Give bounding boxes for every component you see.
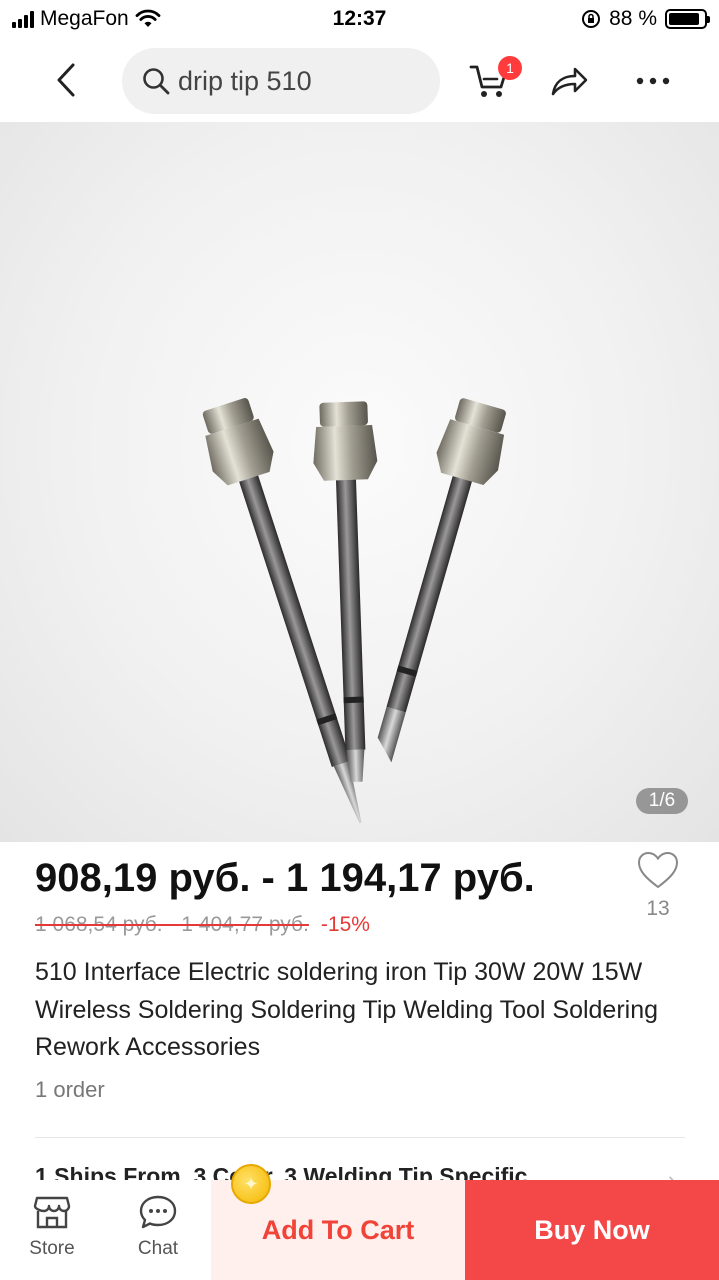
- search-icon: [143, 68, 170, 95]
- product-image[interactable]: [0, 122, 719, 842]
- more-dots-icon: [636, 77, 670, 85]
- wishlist-button[interactable]: 13: [630, 850, 686, 926]
- battery-icon: [665, 9, 710, 29]
- soldering-tips-photo: [202, 398, 506, 824]
- search-input[interactable]: drip tip 510: [122, 48, 440, 114]
- chat-icon: [139, 1195, 177, 1229]
- chat-label: Chat: [137, 1238, 179, 1259]
- battery-fill: [669, 13, 699, 25]
- back-button[interactable]: [44, 58, 88, 102]
- more-button[interactable]: [628, 56, 678, 106]
- chat-button[interactable]: Chat: [123, 1194, 193, 1260]
- orientation-lock-icon: [582, 10, 601, 28]
- store-button[interactable]: Store: [17, 1194, 87, 1260]
- store-label: Store: [29, 1238, 75, 1259]
- status-bar: MegaFon 12:37 88 %: [0, 0, 719, 40]
- product-title: 510 Interface Electric soldering iron Ti…: [35, 958, 659, 1061]
- discount-badge: -15%: [320, 913, 370, 936]
- share-button[interactable]: [544, 56, 594, 106]
- store-icon: [33, 1196, 71, 1229]
- status-right: 88 %: [581, 7, 710, 31]
- chevron-left-icon: [57, 63, 75, 97]
- buy-now-button[interactable]: Buy Now: [465, 1180, 719, 1280]
- cart-badge: 1: [498, 56, 522, 80]
- image-counter: 1/6: [636, 788, 688, 814]
- price-range: 908,19 руб. - 1 194,17 руб.: [35, 856, 535, 900]
- share-icon: [551, 67, 588, 96]
- battery-percent: 88 %: [609, 7, 657, 30]
- order-count: 1 order: [35, 1077, 105, 1102]
- divider: [35, 1137, 685, 1138]
- search-query: drip tip 510: [178, 65, 312, 96]
- heart-icon: [637, 851, 679, 889]
- old-price-row: 1 068,54 руб. - 1 404,77 руб. -15%: [35, 913, 370, 937]
- cart-button[interactable]: 1: [464, 56, 522, 106]
- coin-icon[interactable]: ✦: [231, 1164, 271, 1204]
- nav-bar: drip tip 510 1: [0, 40, 719, 122]
- old-price: 1 068,54 руб. - 1 404,77 руб.: [35, 913, 309, 936]
- bottom-action-bar: Store Chat Add To Cart Buy Now: [0, 1180, 719, 1280]
- wishlist-count: 13: [646, 897, 670, 920]
